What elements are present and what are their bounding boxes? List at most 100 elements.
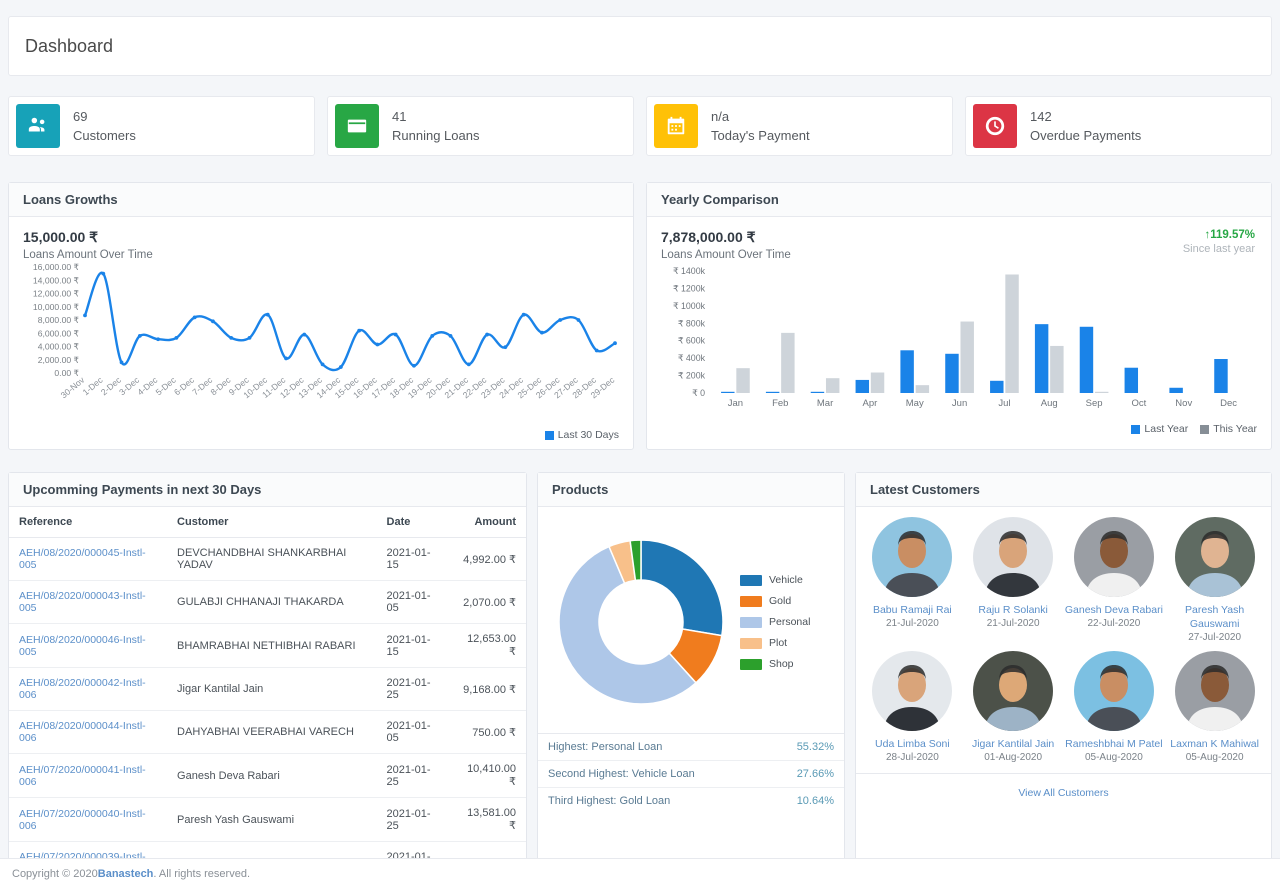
customer-name[interactable]: Raju R Solanki (963, 603, 1064, 617)
payment-customer-cell: Jigar Kantilal Jain (167, 667, 377, 711)
customer-card[interactable]: Raju R Solanki 21-Jul-2020 (963, 517, 1064, 645)
payment-reference-link[interactable]: AEH/07/2020/000040-Instl-006 (19, 808, 146, 832)
legend-item[interactable]: Last 30 Days (544, 429, 619, 441)
customer-card[interactable]: Rameshbhai M Patel 05-Aug-2020 (1064, 651, 1165, 765)
line-chart-point (265, 312, 270, 317)
products-panel: Products Vehicle Gold Personal Plot Shop Hig… (537, 472, 845, 888)
yearly-amount: 7,878,000.00 ₹ (661, 229, 756, 245)
product-stat-row: Second Highest: Vehicle Loan 27.66% (538, 761, 844, 788)
loans-growth-amount: 15,000.00 ₹ (23, 229, 99, 245)
payment-reference-cell: AEH/08/2020/000043-Instl-005 (9, 580, 168, 624)
calendar-icon (654, 104, 698, 148)
payment-date-cell: 2021-01-25 (376, 753, 449, 798)
payment-reference-link[interactable]: AEH/08/2020/000044-Instl-006 (19, 720, 146, 744)
product-stat-percentage: 10.64% (796, 795, 834, 807)
payment-reference-link[interactable]: AEH/07/2020/000041-Instl-006 (19, 764, 146, 788)
payment-reference-link[interactable]: AEH/08/2020/000043-Instl-005 (19, 590, 146, 614)
stat-card-body: n/a Today's Payment (698, 107, 810, 145)
bar-chart-bar (736, 368, 750, 393)
payments-column-header: Amount (448, 507, 526, 538)
stat-card-today-s-payment[interactable]: n/a Today's Payment (646, 96, 953, 156)
payment-reference-link[interactable]: AEH/08/2020/000045-Instl-005 (19, 547, 146, 571)
legend-swatch-icon (544, 430, 554, 440)
donut-legend-item[interactable]: Gold (740, 595, 810, 607)
payment-amount-cell: 9,168.00 ₹ (448, 667, 526, 711)
line-chart-ytick: 0.00 ₹ (54, 368, 79, 378)
customer-name[interactable]: Rameshbhai M Patel (1064, 737, 1165, 751)
stat-card-running-loans[interactable]: 41 Running Loans (327, 96, 634, 156)
payments-column-header: Reference (9, 507, 168, 538)
line-chart-svg: 0.00 ₹ 2,000.00 ₹ 4,000.00 ₹ 6,000.00 ₹ 8,00… (33, 262, 617, 400)
customer-name[interactable]: Laxman K Mahiwal (1164, 737, 1265, 751)
payment-reference-cell: AEH/07/2020/000041-Instl-006 (9, 753, 168, 798)
payment-amount-cell: 12,653.00 ₹ (448, 623, 526, 668)
yearly-comparison-legend: Last Year This Year (647, 423, 1271, 443)
customer-card[interactable]: Uda Limba Soni 28-Jul-2020 (862, 651, 963, 765)
payment-reference-link[interactable]: AEH/08/2020/000046-Instl-005 (19, 634, 146, 658)
avatar (1174, 651, 1255, 731)
bar-chart-bar (1050, 345, 1064, 393)
customer-card[interactable]: Jigar Kantilal Jain 01-Aug-2020 (963, 651, 1064, 765)
line-chart-ytick: 12,000.00 ₹ (33, 289, 80, 299)
avatar (1073, 517, 1154, 597)
bar-chart-ytick: ₹ 400k (678, 353, 706, 363)
avatar-illustration (973, 517, 1054, 597)
donut-legend-item[interactable]: Vehicle (740, 574, 810, 586)
donut-legend-item[interactable]: Shop (740, 658, 810, 670)
product-stat-label: Third Highest: Gold Loan (548, 795, 671, 807)
bar-chart-bar (1094, 391, 1109, 393)
bar-chart-bar (721, 391, 735, 393)
customer-date: 22-Jul-2020 (1087, 618, 1141, 629)
line-chart-point (357, 328, 362, 333)
legend-item[interactable]: Last Year (1131, 423, 1188, 435)
page-header: Dashboard (8, 16, 1272, 76)
stat-label: Customers (73, 128, 136, 143)
line-chart-point (284, 356, 288, 361)
customer-card[interactable]: Paresh Yash Gauswami 27-Jul-2020 (1164, 517, 1265, 645)
bar-chart-bar (990, 380, 1004, 393)
customer-date: 05-Aug-2020 (1185, 752, 1244, 763)
customer-name[interactable]: Ganesh Deva Rabari (1064, 603, 1165, 617)
payment-amount-cell: 750.00 ₹ (448, 710, 526, 754)
legend-label: Last Year (1144, 423, 1189, 435)
bar-chart-xtick: May (906, 398, 924, 409)
line-chart-ytick: 8,000.00 ₹ (38, 315, 80, 325)
view-all-customers-link[interactable]: View All Customers (1018, 787, 1108, 799)
customer-name[interactable]: Babu Ramaji Rai (862, 603, 963, 617)
stat-value: n/a (711, 109, 730, 124)
customer-name[interactable]: Uda Limba Soni (862, 737, 963, 751)
stat-card-overdue-payments[interactable]: 142 Overdue Payments (965, 96, 1272, 156)
product-stat-row: Third Highest: Gold Loan 10.64% (538, 788, 844, 814)
donut-legend-item[interactable]: Plot (740, 637, 810, 649)
customer-card[interactable]: Laxman K Mahiwal 05-Aug-2020 (1164, 651, 1265, 765)
payments-column-header: Customer (167, 507, 377, 538)
line-chart-point (302, 332, 307, 337)
bar-chart-xtick: Jul (998, 398, 1010, 409)
bar-chart-ytick: ₹ 0 (692, 388, 705, 398)
bar-chart-bar (915, 385, 930, 393)
bar-chart-xtick: Aug (1041, 398, 1058, 409)
donut-slice[interactable] (640, 539, 724, 637)
trend-since-label: Since last year (1182, 243, 1255, 255)
payments-column-header: Date (376, 507, 449, 538)
avatar (872, 517, 953, 597)
line-chart-point (393, 332, 398, 337)
legend-swatch-icon (1131, 424, 1141, 434)
stat-card-customers[interactable]: 69 Customers (8, 96, 315, 156)
payment-reference-link[interactable]: AEH/08/2020/000042-Instl-006 (19, 677, 146, 701)
customer-name[interactable]: Paresh Yash Gauswami (1164, 603, 1265, 631)
customer-card[interactable]: Ganesh Deva Rabari 22-Jul-2020 (1064, 517, 1165, 645)
customer-card[interactable]: Babu Ramaji Rai 21-Jul-2020 (862, 517, 963, 645)
legend-item[interactable]: This Year (1200, 423, 1257, 435)
donut-legend-item[interactable]: Personal (740, 616, 810, 628)
bar-chart-bar (810, 391, 825, 393)
table-row: AEH/07/2020/000041-Instl-006 Ganesh Deva … (9, 753, 526, 798)
customer-name[interactable]: Jigar Kantilal Jain (963, 737, 1064, 751)
payments-table-body: AEH/08/2020/000045-Instl-005 DEVCHANDBHAI… (9, 537, 526, 885)
payment-customer-cell: DAHYABHAI VEERABHAI VARECH (167, 710, 377, 754)
legend-label: Last 30 Days (557, 429, 619, 441)
line-chart-point (485, 332, 489, 337)
stat-label: Overdue Payments (1030, 128, 1142, 143)
payment-reference-cell: AEH/08/2020/000045-Instl-005 (9, 537, 168, 581)
stat-card-body: 41 Running Loans (379, 107, 479, 145)
